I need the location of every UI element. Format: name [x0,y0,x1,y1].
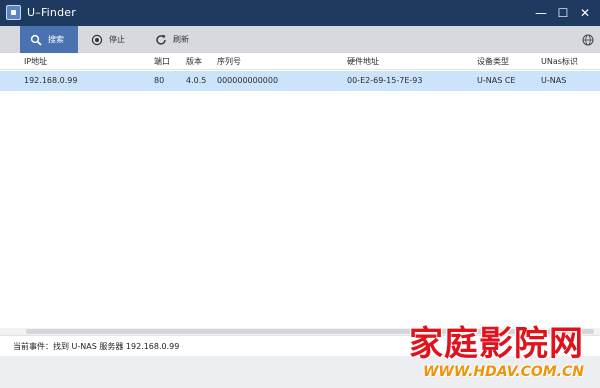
column-header-device-type[interactable]: 设备类型 [477,53,509,70]
stop-label: 停止 [109,35,125,44]
close-button[interactable]: ✕ [576,4,594,22]
refresh-icon [154,33,168,47]
column-header-version[interactable]: 版本 [186,53,202,70]
watermark: 家庭影院网 WWW.HDAV.COM.CN [409,325,584,380]
column-header-ip[interactable]: IP地址 [24,53,47,70]
stop-button[interactable]: 停止 [90,26,138,53]
minimize-button[interactable]: — [532,4,550,22]
search-label: 搜索 [48,35,64,44]
cell-serial: 000000000000 [217,76,279,85]
cell-unas-id: U-NAS [541,76,567,85]
app-icon [6,5,21,20]
title-bar: U–Finder — ☐ ✕ [0,0,600,26]
column-header-mac[interactable]: 硬件地址 [347,53,379,70]
search-button[interactable]: 搜索 [20,26,78,53]
maximize-button[interactable]: ☐ [554,4,572,22]
column-header-unas-id[interactable]: UNas标识 [541,53,578,70]
stop-icon [90,33,104,47]
column-header-serial[interactable]: 序列号 [217,53,241,70]
cell-mac: 00-E2-69-15-7E-93 [347,76,423,85]
status-text: 当前事件：找到 U-NAS 服务器 192.168.0.99 [13,342,180,351]
search-icon [29,33,43,47]
refresh-button[interactable]: 刷新 [154,26,202,53]
column-header-port[interactable]: 端口 [154,53,170,70]
table-header: IP地址 端口 版本 序列号 硬件地址 设备类型 UNas标识 [0,53,600,70]
globe-icon[interactable] [582,34,594,46]
cell-device-type: U-NAS CE [477,76,516,85]
watermark-title: 家庭影院网 [409,324,584,364]
cell-version: 4.0.5 [186,76,207,85]
refresh-label: 刷新 [173,35,189,44]
window-title: U–Finder [27,6,76,19]
toolbar: 搜索 停止 刷新 [0,26,600,53]
cell-ip: 192.168.0.99 [24,76,78,85]
cell-port: 80 [154,76,165,85]
watermark-url: WWW.HDAV.COM.CN [422,364,584,380]
table-row[interactable]: 192.168.0.99 80 4.0.5 000000000000 00-E2… [0,71,600,91]
